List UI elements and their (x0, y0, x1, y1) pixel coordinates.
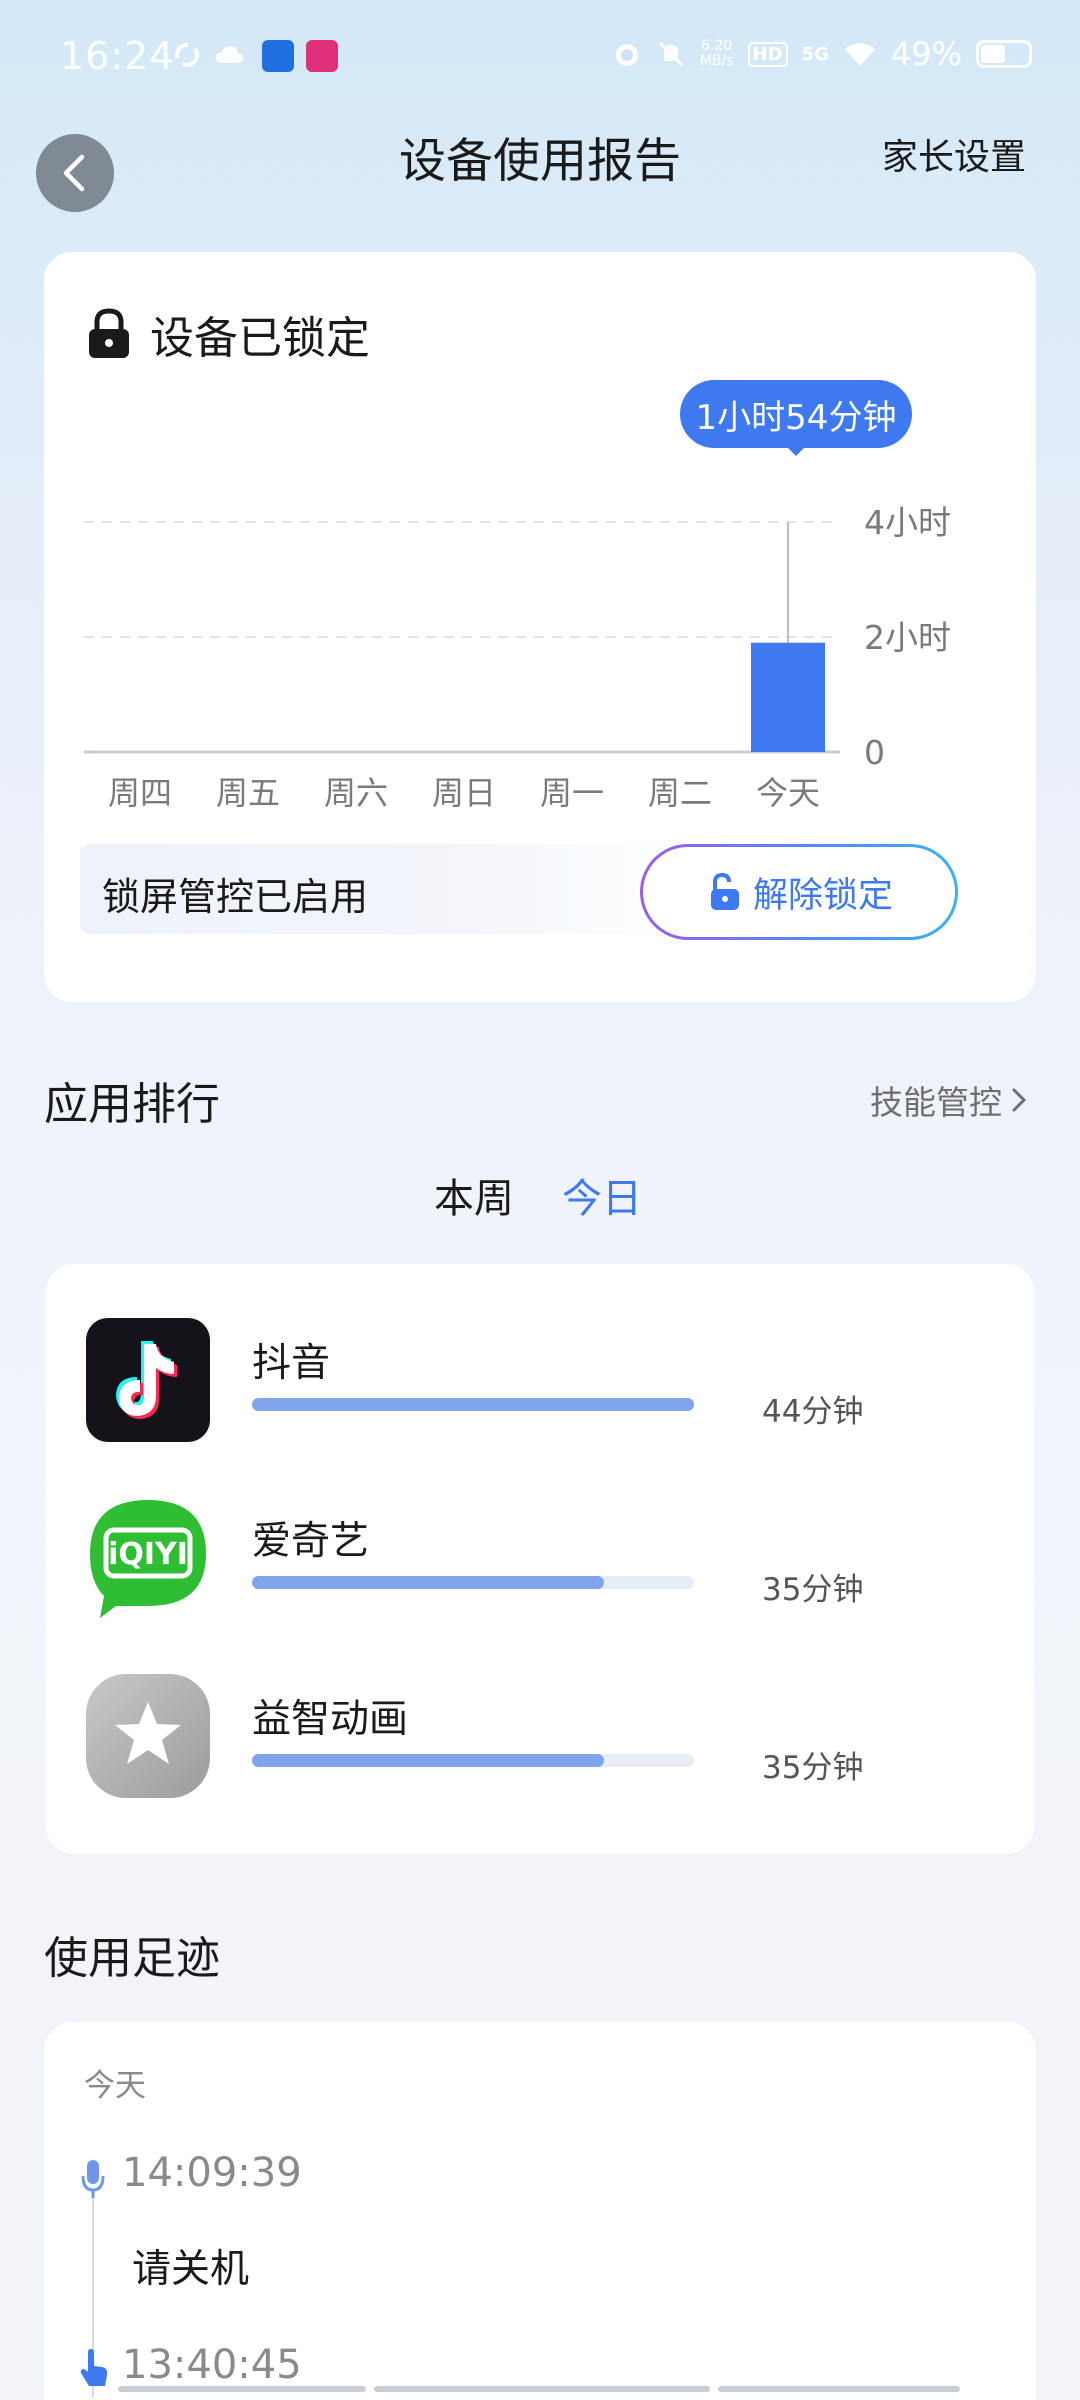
iqiyi-icon: iQIYI (86, 1496, 210, 1620)
x-tick-label: 周日 (432, 774, 496, 812)
x-tick-label: 周五 (216, 774, 280, 812)
app-usage-time: 44分钟 (762, 1394, 864, 1430)
chart-bar (751, 642, 825, 752)
tooltip-pointer (784, 444, 808, 456)
star-icon (86, 1674, 210, 1798)
home-indicator (118, 2386, 960, 2392)
usage-footprint-card: 今天 14:09:39 请关机 13:40:45 (44, 2022, 1036, 2400)
lock-icon (89, 308, 129, 358)
app-usage-bar-fill (252, 1754, 604, 1767)
alarm-icon (615, 44, 638, 66)
day-label: 今天 (84, 2068, 146, 2104)
x-tick-label: 周二 (648, 774, 712, 812)
app-row[interactable]: 益智动画 35分钟 (86, 1674, 986, 1804)
y-tick-label: 4小时 (864, 503, 951, 542)
status-bar: 16:24 6.20 MB/s HD 5G 49% (0, 0, 1080, 110)
app-row[interactable]: 抖音 44分钟 (86, 1318, 986, 1448)
app-usage-bar-fill (252, 1398, 694, 1411)
usage-footprint-title: 使用足迹 (44, 1933, 220, 1984)
device-lock-card: 设备已锁定 1小时54分钟 0 2小时 4小时周四 周五 周六 周日 周一 周二 今天 锁屏管控… (44, 252, 1036, 1002)
app-ranking-title: 应用排行 (44, 1079, 220, 1130)
x-tick-label: 周一 (540, 774, 604, 812)
usage-tooltip: 1小时54分钟 (680, 380, 912, 448)
app-usage-bar (252, 1398, 694, 1411)
tab-week[interactable]: 本周 (434, 1166, 514, 1224)
home-indicator-seg (374, 2386, 710, 2392)
usage-chart: 0 2小时 4小时周四 周五 周六 周日 周一 周二 今天 (84, 503, 951, 812)
home-indicator-seg (718, 2386, 960, 2392)
lock-title-row: 设备已锁定 (86, 302, 370, 366)
x-tick-label: 周四 (108, 774, 172, 812)
app-name: 爱奇艺 (252, 1519, 370, 1564)
timeline-text: 请关机 (132, 2247, 250, 2292)
unlock-label: 解除锁定 (752, 875, 893, 916)
network-speed: 6.20 MB/s (699, 38, 734, 69)
app-usage-bar-fill (252, 1576, 604, 1589)
app-ranking-card: 抖音 44分钟 iQIYI 爱奇艺 35分钟 益智动画 35分钟 (46, 1264, 1034, 1854)
cloud-icon (215, 46, 244, 63)
battery-percent: 49% (890, 35, 962, 73)
home-indicator-seg (118, 2386, 366, 2392)
battery-icon (976, 40, 1032, 68)
app-usage-bar (252, 1754, 694, 1767)
sync-icon (175, 43, 199, 67)
y-tick-label: 2小时 (864, 618, 951, 657)
unlock-button[interactable]: 解除锁定 (640, 844, 958, 940)
unlock-icon (710, 872, 739, 910)
app-row[interactable]: iQIYI 爱奇艺 35分钟 (86, 1496, 986, 1626)
lock-title: 设备已锁定 (150, 313, 370, 364)
microphone-icon (81, 2160, 105, 2198)
x-tick-label: 周六 (324, 774, 388, 812)
app-name: 益智动画 (252, 1697, 409, 1742)
lock-status-text: 锁屏管控已启用 (102, 875, 369, 919)
y-tick-label: 0 (864, 733, 885, 772)
unlock-button-inner: 解除锁定 (643, 847, 955, 937)
status-time: 16:24 (60, 34, 175, 78)
parent-settings-link[interactable]: 家长设置 (882, 128, 1026, 180)
skill-control-label: 技能管控 (870, 1083, 1002, 1122)
x-tick-label: 今天 (756, 774, 820, 812)
mute-icon (658, 41, 683, 67)
wifi-icon (844, 43, 875, 66)
hd-badge: HD (747, 41, 788, 67)
app-usage-bar (252, 1576, 694, 1589)
skill-control-link[interactable]: 技能管控 (870, 1076, 1028, 1124)
status-right: 6.20 MB/s HD 5G 49% (612, 32, 1032, 76)
network-type: 5G (801, 43, 829, 65)
app-notification-icon-2 (306, 40, 338, 72)
chevron-right-icon (1012, 1088, 1027, 1112)
hand-pointer-icon (80, 2349, 108, 2386)
tab-today[interactable]: 今日 (562, 1166, 642, 1224)
svg-text:iQIYI: iQIYI (108, 1537, 188, 1572)
timeline-time: 13:40:45 (122, 2342, 302, 2388)
app-usage-time: 35分钟 (762, 1572, 864, 1608)
timeline-time: 14:09:39 (122, 2150, 302, 2196)
app-notification-icon (262, 40, 294, 72)
douyin-icon (86, 1318, 210, 1442)
app-name: 抖音 (252, 1341, 331, 1386)
app-usage-time: 35分钟 (762, 1750, 864, 1786)
